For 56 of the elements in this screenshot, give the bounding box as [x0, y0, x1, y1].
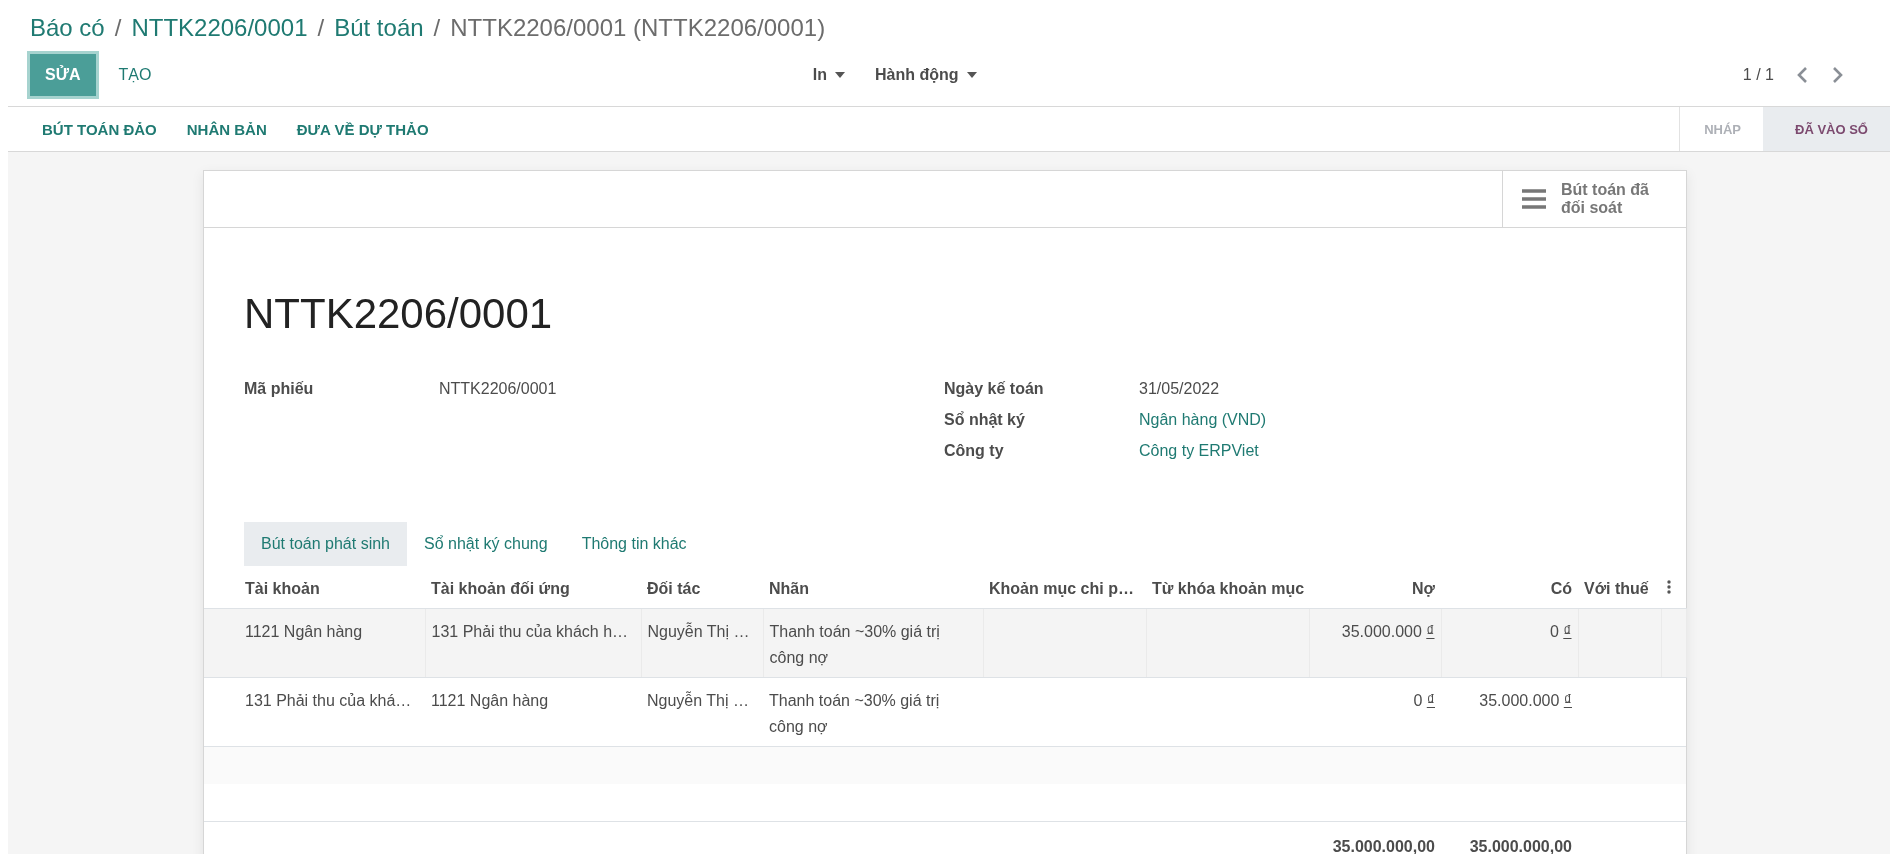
total-cell: 35.000.000,00 — [1332, 838, 1435, 854]
table-cell: 0 ₫ — [1413, 692, 1435, 709]
caret-icon — [966, 72, 977, 78]
action-button[interactable]: BÚT TOÁN ĐẢO — [42, 120, 157, 138]
edit-button[interactable]: SỬA — [30, 54, 96, 96]
table-cell: Nguyễn Thị … — [647, 623, 750, 640]
breadcrumb-link[interactable]: NTTK2206/0001 — [131, 14, 308, 42]
column-header[interactable]: Đối tác — [647, 580, 701, 597]
table-cell: 131 Phải thu của khách h… — [431, 623, 629, 640]
action-button[interactable]: NHÂN BẢN — [186, 120, 267, 138]
breadcrumb-separator: / — [433, 14, 441, 42]
dropdown-button[interactable]: Hành động — [868, 65, 983, 85]
column-header[interactable]: Nhãn — [769, 580, 809, 597]
field-label: Sổ nhật ký — [944, 411, 1026, 429]
total-cell: 35.000.000,00 — [1469, 838, 1572, 854]
status-step[interactable]: ĐÃ VÀO SỔ — [1763, 107, 1890, 151]
tab[interactable]: Thông tin khác — [564, 522, 704, 566]
breadcrumb-link[interactable]: Bút toán — [334, 14, 424, 42]
table-cell: 35.000.000 ₫ — [1341, 623, 1435, 640]
field-link[interactable]: Ngân hàng (VND) — [1139, 411, 1544, 429]
menu-icon — [1521, 188, 1547, 210]
table-cell: Thanh toán ~30% giá trị công nợ — [769, 692, 940, 735]
action-button[interactable]: ĐƯA VỀ DỰ THẢO — [296, 120, 429, 138]
column-header[interactable]: Với thuế — [1584, 580, 1649, 597]
field-value: NTTK2206/0001 — [439, 380, 558, 398]
breadcrumb-link[interactable]: Báo có — [30, 14, 105, 42]
record-title: NTTK2206/0001 — [244, 290, 554, 338]
table-cell: 131 Phải thu của khá… — [245, 692, 412, 709]
table-cell: 0 ₫ — [1549, 623, 1572, 640]
table-cell: 1121 Ngân hàng — [431, 692, 549, 709]
caret-icon — [834, 72, 845, 78]
field-value: 31/05/2022 — [1139, 380, 1221, 398]
table-cell: 1121 Ngân hàng — [245, 623, 363, 640]
breadcrumb-current: NTTK2206/0001 (NTTK2206/0001) — [450, 14, 826, 42]
reconciled-entries-button[interactable]: Bút toán đã đối soát — [1502, 171, 1686, 227]
column-header[interactable]: Từ khóa khoản mục — [1152, 580, 1305, 597]
field-link[interactable]: Công ty ERPViet — [1139, 442, 1544, 460]
table-cell: Thanh toán ~30% giá trị công nợ — [769, 623, 940, 666]
column-header[interactable]: Có — [1550, 580, 1572, 597]
column-header[interactable]: Nợ — [1412, 580, 1435, 597]
field-label: Công ty — [944, 442, 1005, 460]
column-header[interactable]: Tài khoản đối ứng — [431, 580, 570, 597]
table-cell: Nguyễn Thị … — [647, 692, 749, 709]
column-header[interactable]: Khoản mục chi p… — [989, 580, 1134, 597]
column-header[interactable]: Tài khoản — [245, 580, 320, 597]
tab[interactable]: Bút toán phát sinh — [244, 522, 407, 566]
breadcrumb-separator: / — [317, 14, 325, 42]
pager-counter: 1 / 1 — [1742, 66, 1774, 84]
create-button[interactable]: TẠO — [103, 54, 167, 96]
column-options-button[interactable] — [1667, 580, 1671, 594]
dropdown-button[interactable]: In — [806, 65, 851, 85]
field-label: Ngày kế toán — [944, 380, 1045, 398]
table-cell: 35.000.000 ₫ — [1479, 692, 1572, 709]
tab[interactable]: Sổ nhật ký chung — [407, 522, 565, 566]
field-label: Mã phiếu — [244, 380, 315, 398]
breadcrumb-separator: / — [114, 14, 122, 42]
